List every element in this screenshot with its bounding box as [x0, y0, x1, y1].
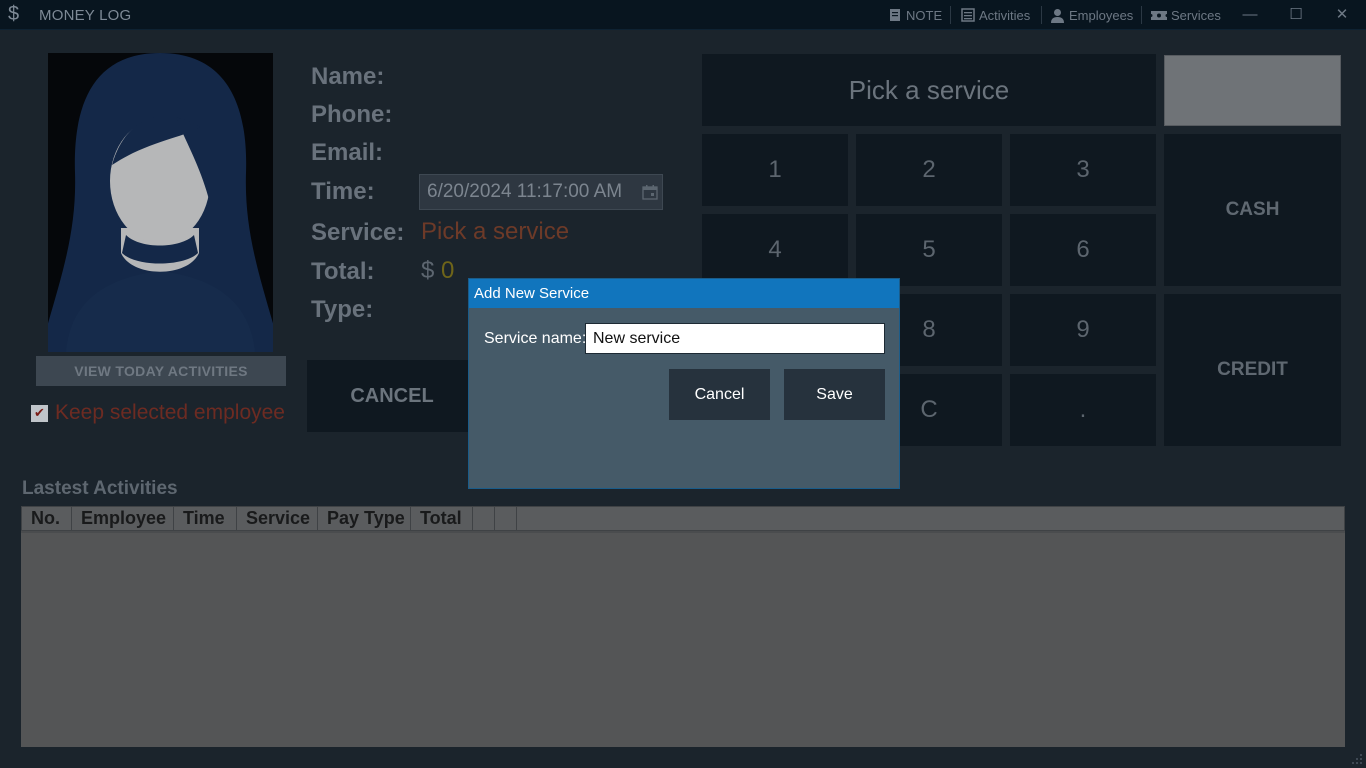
nav-label: NOTE — [906, 7, 943, 23]
ticket-icon — [1151, 10, 1167, 20]
type-label: Type: — [311, 296, 374, 323]
time-value: 6/20/2024 11:17:00 AM — [427, 181, 623, 202]
latest-activities-heading: Lastest Activities — [22, 478, 178, 499]
add-new-service-dialog: Add New Service Service name: Cancel Sav… — [468, 278, 900, 489]
note-icon — [890, 9, 900, 21]
time-picker-input[interactable]: 6/20/2024 11:17:00 AM — [419, 174, 663, 210]
dialog-save-button[interactable]: Save — [784, 369, 885, 420]
resize-grip-icon[interactable] — [1351, 753, 1363, 765]
dollar-app-icon: $ — [8, 3, 20, 25]
nav-divider — [950, 6, 951, 24]
nav-label: Services — [1171, 7, 1221, 23]
column-header-service[interactable]: Service — [237, 507, 318, 530]
table-header: No. Employee Time Service Pay Type Total — [21, 506, 1345, 531]
employee-avatar[interactable] — [48, 53, 273, 352]
services-nav-button[interactable]: Services — [1151, 6, 1221, 24]
maximize-button[interactable]: ☐ — [1286, 4, 1306, 26]
keypad-key-6[interactable]: 6 — [1010, 214, 1156, 286]
nav-divider — [1041, 6, 1042, 24]
app-title: MONEY LOG — [39, 7, 132, 24]
nav-divider — [1141, 6, 1142, 24]
person-icon — [1051, 8, 1064, 23]
nav-label: Employees — [1069, 7, 1134, 23]
calendar-icon[interactable] — [642, 175, 658, 213]
keep-selected-checkbox[interactable]: ✔ — [31, 404, 48, 422]
dialog-cancel-button[interactable]: Cancel — [669, 369, 770, 420]
nav-label: Activities — [979, 7, 1031, 23]
currency-symbol: $ — [421, 257, 435, 284]
employees-nav-button[interactable]: Employees — [1050, 6, 1133, 24]
service-value: Pick a service — [421, 218, 570, 245]
column-header-pay-type[interactable]: Pay Type — [318, 507, 411, 530]
female-user-silhouette-icon — [48, 53, 273, 352]
header-divider — [21, 531, 1345, 533]
keypad-key-decimal[interactable]: . — [1010, 374, 1156, 446]
view-today-activities-button[interactable]: VIEW TODAY ACTIVITIES — [36, 356, 286, 386]
service-name-label: Service name: — [484, 330, 587, 347]
email-label: Email: — [311, 139, 384, 166]
list-icon — [961, 8, 975, 22]
keypad-key-3[interactable]: 3 — [1010, 134, 1156, 206]
credit-button[interactable]: CREDIT — [1164, 294, 1341, 446]
dialog-title: Add New Service — [469, 279, 899, 308]
amount-display — [1164, 55, 1341, 126]
keep-selected-label: Keep selected employee — [55, 401, 285, 424]
close-button[interactable]: ✕ — [1332, 4, 1352, 26]
column-header-time[interactable]: Time — [174, 507, 237, 530]
column-header-no[interactable]: No. — [22, 507, 72, 530]
note-nav-button[interactable]: NOTE — [888, 6, 942, 24]
total-value: $ 0 — [421, 257, 454, 285]
cancel-transaction-button[interactable]: CANCEL — [307, 360, 477, 432]
total-label: Total: — [311, 258, 375, 285]
column-header-employee[interactable]: Employee — [72, 507, 174, 530]
minimize-button[interactable]: — — [1240, 4, 1260, 26]
service-picker-button[interactable]: Pick a service — [702, 54, 1156, 126]
keep-selected-employee-toggle[interactable]: ✔ Keep selected employee — [31, 401, 285, 425]
column-header-extra-2[interactable] — [495, 507, 517, 530]
activities-nav-button[interactable]: Activities — [961, 6, 1030, 24]
column-header-extra-1[interactable] — [473, 507, 495, 530]
time-label: Time: — [311, 178, 375, 205]
activities-table[interactable]: No. Employee Time Service Pay Type Total — [21, 506, 1345, 747]
service-name-input[interactable] — [585, 323, 885, 354]
title-bar: $ MONEY LOG NOTE Activities Employees Se… — [0, 0, 1366, 30]
column-header-total[interactable]: Total — [411, 507, 473, 530]
phone-label: Phone: — [311, 101, 393, 128]
total-amount: 0 — [441, 257, 455, 284]
cash-button[interactable]: CASH — [1164, 134, 1341, 286]
keypad-key-1[interactable]: 1 — [702, 134, 848, 206]
keypad-key-4[interactable]: 4 — [702, 214, 848, 286]
keypad-key-2[interactable]: 2 — [856, 134, 1002, 206]
keypad-key-9[interactable]: 9 — [1010, 294, 1156, 366]
checkmark-icon: ✔ — [34, 405, 45, 420]
name-label: Name: — [311, 63, 385, 90]
service-label: Service: — [311, 219, 405, 246]
keypad-key-5[interactable]: 5 — [856, 214, 1002, 286]
